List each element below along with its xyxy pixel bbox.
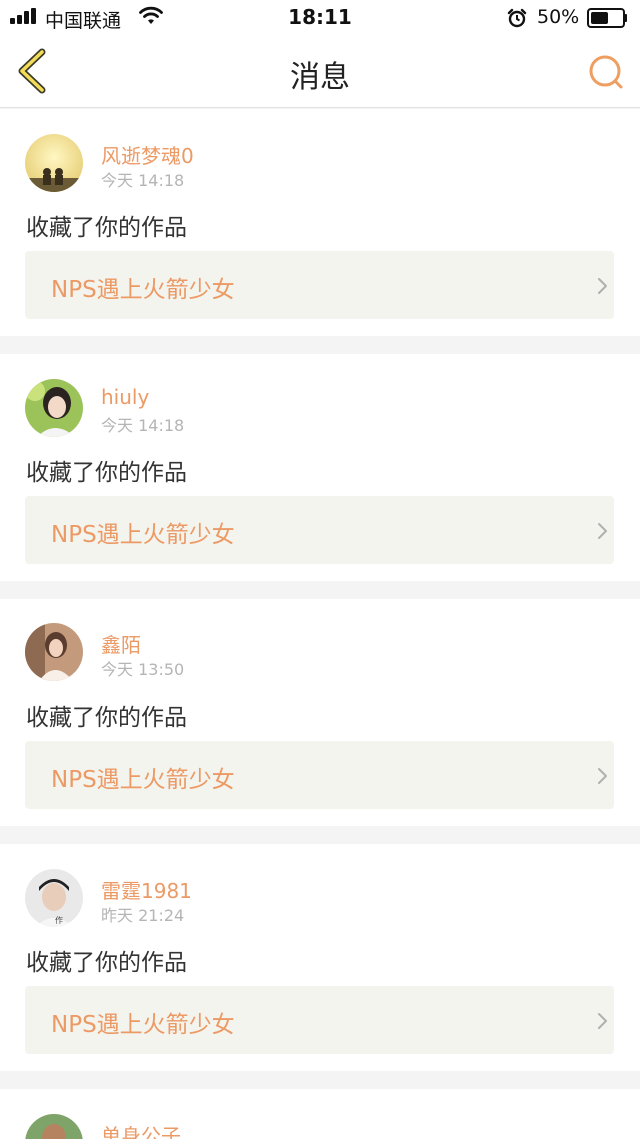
work-link[interactable]: NPS遇上火箭少女: [25, 741, 614, 809]
avatar[interactable]: 作: [25, 869, 83, 927]
action-text: 收藏了你的作品: [26, 705, 187, 731]
page-title: 消息: [290, 60, 350, 95]
timestamp: 今天 13:50: [101, 660, 185, 679]
svg-text:作: 作: [55, 915, 63, 925]
chevron-right-icon: [598, 523, 607, 539]
battery-icon: [587, 8, 627, 28]
chevron-right-icon: [598, 768, 607, 784]
work-title: NPS遇上火箭少女: [51, 1012, 235, 1038]
message-card[interactable]: 风逝梦魂0 今天 14:18 收藏了你的作品 NPS遇上火箭少女: [0, 109, 640, 336]
action-text: 收藏了你的作品: [26, 460, 187, 486]
username[interactable]: 雷霆1981: [101, 875, 192, 904]
search-icon[interactable]: [584, 50, 628, 94]
work-title: NPS遇上火箭少女: [51, 522, 235, 548]
message-card[interactable]: 作 雷霆1981 昨天 21:24 收藏了你的作品 NPS遇上火箭少女: [0, 844, 640, 1071]
chevron-right-icon: [598, 278, 607, 294]
timestamp: 今天 14:18: [101, 416, 185, 435]
avatar[interactable]: [25, 1114, 83, 1139]
avatar[interactable]: [25, 623, 83, 681]
work-link[interactable]: NPS遇上火箭少女: [25, 251, 614, 319]
action-text: 收藏了你的作品: [26, 950, 187, 976]
nav-bar: 消息: [0, 34, 640, 108]
username[interactable]: 风逝梦魂0: [101, 140, 194, 169]
avatar[interactable]: [25, 134, 83, 192]
work-title: NPS遇上火箭少女: [51, 277, 235, 303]
status-bar: 中国联通 18:11 50%: [0, 0, 640, 34]
chevron-right-icon: [598, 1013, 607, 1029]
username[interactable]: 单身公子: [101, 1120, 181, 1139]
alarm-icon: [507, 8, 527, 28]
action-text: 收藏了你的作品: [26, 215, 187, 241]
message-card[interactable]: hiuly 今天 14:18 收藏了你的作品 NPS遇上火箭少女: [0, 354, 640, 581]
work-title: NPS遇上火箭少女: [51, 767, 235, 793]
message-card[interactable]: 单身公子: [0, 1089, 640, 1139]
work-link[interactable]: NPS遇上火箭少女: [25, 496, 614, 564]
username[interactable]: 鑫陌: [101, 629, 141, 658]
message-card[interactable]: 鑫陌 今天 13:50 收藏了你的作品 NPS遇上火箭少女: [0, 599, 640, 826]
battery-percent: 50%: [537, 6, 580, 28]
timestamp: 今天 14:18: [101, 171, 185, 190]
timestamp: 昨天 21:24: [101, 906, 185, 925]
avatar[interactable]: [25, 379, 83, 437]
work-link[interactable]: NPS遇上火箭少女: [25, 986, 614, 1054]
username[interactable]: hiuly: [101, 385, 149, 409]
